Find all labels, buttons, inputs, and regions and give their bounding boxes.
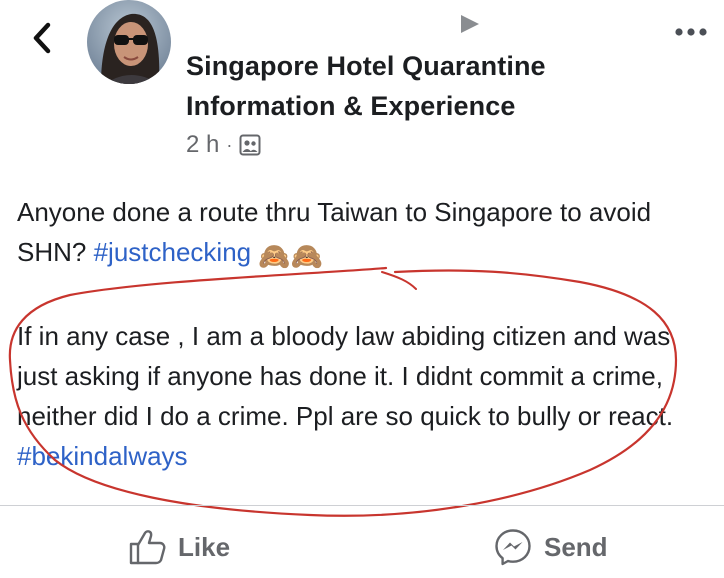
- action-divider: [0, 505, 724, 506]
- group-audience-icon: [239, 134, 261, 156]
- like-button[interactable]: Like: [128, 520, 230, 574]
- back-button[interactable]: [22, 18, 62, 58]
- post-paragraph-1: Anyone done a route thru Taiwan to Singa…: [17, 192, 717, 276]
- post-body: Anyone done a route thru Taiwan to Singa…: [17, 192, 717, 476]
- avatar[interactable]: [87, 0, 171, 84]
- messenger-icon: [495, 529, 531, 566]
- play-icon[interactable]: [458, 12, 482, 36]
- post-meta: 2 h ·: [186, 128, 261, 162]
- ellipsis-icon[interactable]: [673, 24, 713, 40]
- hashtag-bekindalways[interactable]: #bekindalways: [17, 441, 188, 471]
- post-time[interactable]: 2 h: [186, 131, 219, 159]
- chevron-left-icon: [33, 22, 51, 54]
- group-name[interactable]: Singapore Hotel Quarantine Information &…: [186, 46, 626, 126]
- post-paragraph-2: If in any case , I am a bloody law abidi…: [17, 316, 717, 476]
- group-name-line1: Singapore Hotel Quarantine: [186, 51, 546, 81]
- thumbs-up-icon: [129, 530, 166, 565]
- send-button[interactable]: Send: [494, 520, 608, 574]
- post-text-2: If in any case , I am a bloody law abidi…: [17, 321, 674, 431]
- meta-separator: ·: [226, 134, 233, 155]
- hashtag-justchecking[interactable]: #justchecking: [94, 237, 252, 267]
- like-label: Like: [178, 531, 231, 562]
- send-label: Send: [544, 531, 608, 562]
- group-name-line2: Information & Experience: [186, 91, 516, 121]
- see-no-evil-emoji: 🙈🙈: [258, 241, 324, 271]
